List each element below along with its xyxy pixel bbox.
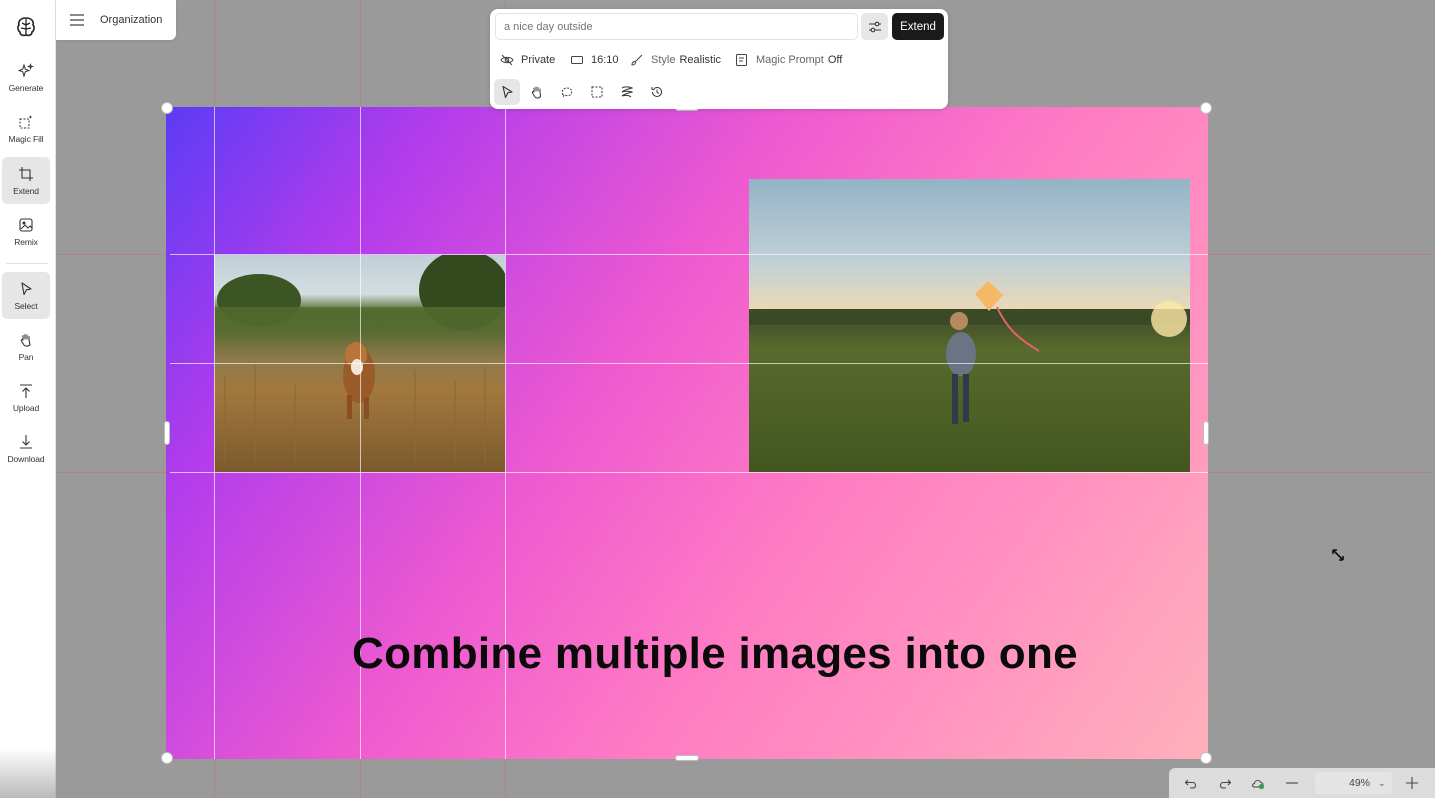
zoom-value: 49% [1349,777,1371,789]
tool-label: Remix [14,236,38,247]
brain-logo-icon[interactable] [14,15,38,39]
mini-brush-tool[interactable] [614,79,640,105]
pointer-icon [21,281,32,295]
kite-photo-art [749,281,1190,424]
remix-icon [19,217,33,232]
grid-line [170,472,1208,473]
settings-button[interactable] [861,13,888,40]
zoom-out-button[interactable] [1281,772,1301,794]
resize-handle-left[interactable] [164,421,170,445]
prompt-input[interactable] [495,13,858,40]
tool-select[interactable]: Select [2,272,50,319]
mini-history-tool[interactable] [644,79,670,105]
redo-button[interactable] [1214,772,1234,794]
upload-icon [20,383,32,398]
tool-extend[interactable]: Extend [2,157,50,204]
resize-handle-top-right[interactable] [1200,102,1212,114]
download-icon [20,434,32,449]
chevron-down-icon: ⌄ [1378,777,1386,788]
minus-icon [1285,782,1298,784]
style-label: Style [651,54,676,66]
organization-label: Organization [100,14,163,26]
magic-prompt-option[interactable]: Magic Prompt Off [735,53,842,67]
pointer-icon [502,85,513,99]
sliders-icon [868,21,881,32]
cloud-check-icon [1252,780,1265,790]
resize-handle-bottom-left[interactable] [161,752,173,764]
aspect-ratio-label: 16:10 [591,54,619,66]
prompt-panel: Extend Private 16:10 Style Realistic Mag… [490,9,948,109]
lasso-icon [561,87,573,99]
brush-style-icon [631,54,643,66]
tool-pan[interactable]: Pan [2,323,50,370]
extend-button[interactable]: Extend [892,13,944,40]
child-with-kite-photo[interactable] [749,179,1190,472]
undo-icon [1184,779,1197,789]
aspect-ratio-icon [571,56,583,64]
mini-marquee-tool[interactable] [584,79,610,105]
style-option[interactable]: Style Realistic [630,53,721,67]
undo-button[interactable] [1181,772,1201,794]
resize-handle-right[interactable] [1203,421,1209,445]
sparkles-icon [18,62,34,78]
tool-download[interactable]: Download [2,425,50,472]
privacy-option[interactable]: Private [500,53,555,67]
sidebar-fade [0,748,56,798]
tool-label: Pan [18,351,34,362]
magic-prompt-icon [736,54,747,66]
eye-off-icon [500,54,514,66]
mini-lasso-tool[interactable] [554,79,580,105]
organization-tab[interactable]: Organization [56,0,176,40]
cloud-sync-button[interactable] [1248,772,1268,794]
bottom-toolbar: 49% ⌄ [1169,768,1435,798]
tool-label: Download [7,453,45,464]
tool-label: Generate [8,82,44,93]
canvas-headline: Combine multiple images into one [352,629,1078,678]
redo-icon [1219,779,1231,789]
hand-icon [20,333,31,347]
zoom-select[interactable]: 49% ⌄ [1314,772,1392,794]
zoom-in-button[interactable] [1402,772,1422,794]
style-value: Realistic [679,54,722,66]
aspect-ratio-option[interactable]: 16:10 [570,53,619,67]
tool-label: Magic Fill [8,133,44,144]
magic-prompt-label: Magic Prompt [756,54,824,66]
toolbar-divider [6,263,48,264]
crop-extend-icon [19,166,33,181]
brush-icon [621,86,634,98]
resize-cursor-icon [1332,549,1344,561]
grid-line [170,254,1208,255]
grid-line [170,363,1208,364]
tool-label: Upload [12,402,40,413]
image-canvas[interactable]: Combine multiple images into one [166,107,1208,759]
resize-handle-bottom-right[interactable] [1200,752,1212,764]
tool-generate[interactable]: Generate [2,54,50,101]
mini-pan-tool[interactable] [524,79,550,105]
left-toolbar: Generate Magic Fill Extend Remix Select … [0,0,56,798]
marquee-icon [591,86,603,98]
mini-toolbar [494,79,674,105]
hamburger-menu-icon[interactable] [70,14,84,26]
tool-upload[interactable]: Upload [2,374,50,421]
tool-magic-fill[interactable]: Magic Fill [2,105,50,152]
tool-label: Select [14,300,38,311]
tool-remix[interactable]: Remix [2,208,50,255]
plus-icon [1405,777,1418,789]
mini-select-tool[interactable] [494,79,520,105]
hand-icon [531,86,542,99]
privacy-label: Private [521,54,556,66]
tool-label: Extend [13,185,39,196]
resize-handle-top-left[interactable] [161,102,173,114]
magic-prompt-value: Off [827,54,843,66]
resize-handle-bottom[interactable] [675,755,699,761]
history-icon [651,86,662,97]
magic-fill-icon [19,114,33,128]
